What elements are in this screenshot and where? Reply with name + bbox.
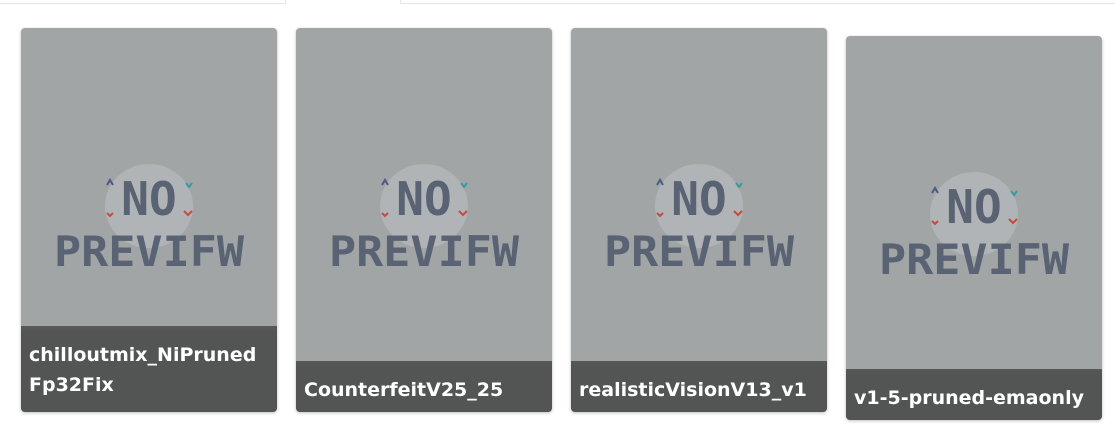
svg-text:NO: NO [396, 172, 451, 226]
model-card[interactable]: NO PREVIFW chilloutmix_NiPrunedFp32Fix [21, 28, 277, 412]
no-preview-icon: NO PREVIFW [604, 164, 795, 276]
svg-text:PREVIFW: PREVIFW [54, 227, 245, 276]
tab-divider [0, 3, 286, 4]
model-title: v1-5-pruned-emaonly [846, 369, 1102, 420]
model-card[interactable]: NO PREVIFW v1-5-pruned-emaonly [846, 36, 1102, 420]
no-preview-icon: NO PREVIFW [329, 164, 520, 276]
model-preview: NO PREVIFW [296, 28, 552, 412]
no-preview-icon: NO PREVIFW [54, 164, 245, 276]
model-title: realisticVisionV13_v13 [571, 361, 827, 412]
model-card[interactable]: NO PREVIFW realisticVisionV13_v13 [571, 28, 827, 412]
model-card[interactable]: NO PREVIFW CounterfeitV25_25 [296, 28, 552, 412]
svg-text:NO: NO [946, 180, 1001, 234]
model-title: chilloutmix_NiPrunedFp32Fix [21, 326, 277, 412]
tab-divider [285, 0, 286, 4]
svg-text:PREVIFW: PREVIFW [604, 227, 795, 276]
model-title: CounterfeitV25_25 [296, 361, 552, 412]
svg-text:PREVIFW: PREVIFW [329, 227, 520, 276]
svg-text:NO: NO [671, 172, 726, 226]
tab-divider [401, 3, 1115, 4]
svg-text:NO: NO [121, 172, 176, 226]
model-preview: NO PREVIFW [846, 36, 1102, 420]
top-tab-strip [0, 0, 1115, 4]
no-preview-icon: NO PREVIFW [879, 172, 1070, 284]
svg-text:PREVIFW: PREVIFW [879, 235, 1070, 284]
model-preview: NO PREVIFW [571, 28, 827, 412]
